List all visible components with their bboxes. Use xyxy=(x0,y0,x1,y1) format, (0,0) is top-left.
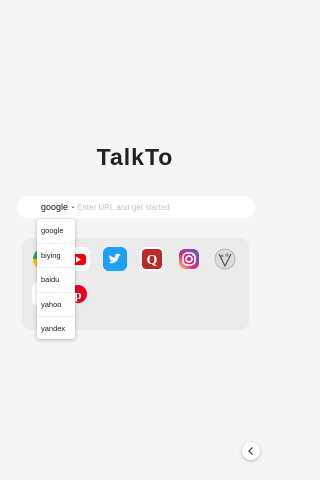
svg-text:p: p xyxy=(74,287,81,302)
wikipedia-icon[interactable] xyxy=(213,247,237,271)
engine-option-yandex[interactable]: yandex xyxy=(37,317,75,341)
chevron-left-icon xyxy=(248,447,253,455)
quora-icon[interactable]: Q xyxy=(140,247,164,271)
instagram-icon[interactable] xyxy=(177,247,201,271)
url-input[interactable] xyxy=(77,196,247,218)
engine-option-biying[interactable]: biying xyxy=(37,244,75,268)
svg-text:Q: Q xyxy=(147,253,158,268)
twitter-icon[interactable] xyxy=(103,247,127,271)
engine-label: google xyxy=(41,202,69,212)
page-title: TalkTo xyxy=(96,144,174,170)
chevron-down-icon: ⌄ xyxy=(70,203,76,210)
engine-dropdown: google biying baidu yahoo yandex xyxy=(37,219,75,339)
search-bar: google ⌄ xyxy=(17,196,255,218)
engine-option-baidu[interactable]: baidu xyxy=(37,268,75,293)
engine-option-google[interactable]: google xyxy=(37,219,75,244)
engine-option-yahoo[interactable]: yahoo xyxy=(37,293,75,317)
back-button[interactable] xyxy=(242,442,260,460)
engine-selector[interactable]: google ⌄ xyxy=(41,196,76,218)
